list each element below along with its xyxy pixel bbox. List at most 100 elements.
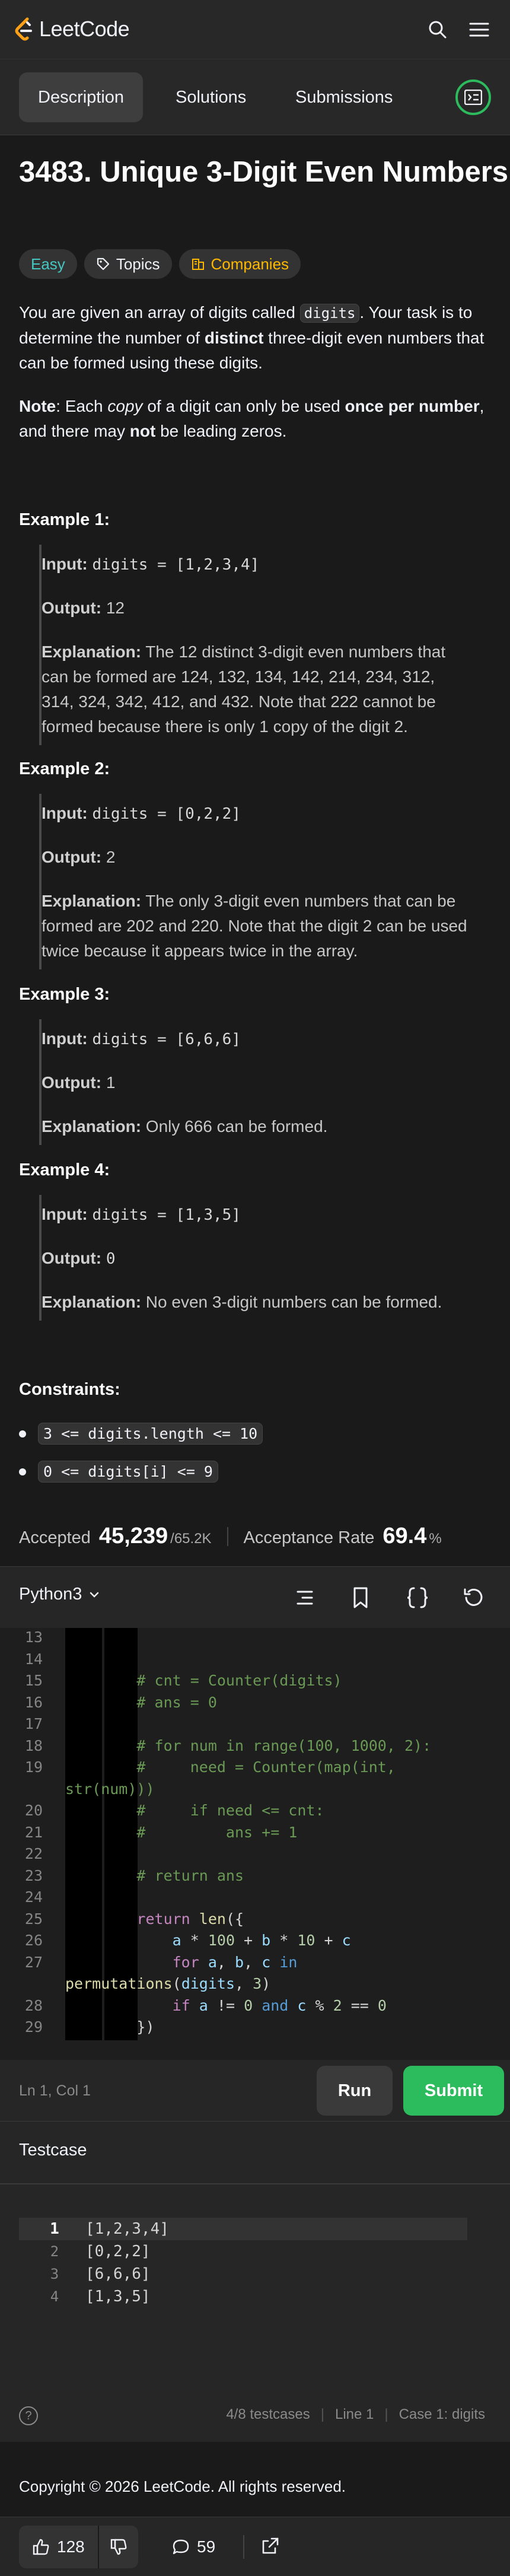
code-token: str(num))) [65,1780,155,1798]
comments-button[interactable]: 59 [172,2526,215,2568]
problem-title[interactable]: 3483. Unique 3-Digit Even Numbers [19,155,508,189]
code-line: 26 a * 100 + b * 10 + c [0,1931,510,1950]
code-token: + [235,1932,262,1949]
testcase-row[interactable]: 2 [0,2,2] [19,2240,467,2263]
topics-tag[interactable]: Topics [84,249,172,279]
run-button[interactable]: Run [317,2066,393,2116]
code-line: permutations(digits, 3) [0,1974,510,1993]
format-button[interactable] [292,1585,318,1611]
panel-toggle-button[interactable] [455,79,491,115]
acceptance-rate-unit: % [429,1531,442,1547]
example-1-explanation: Explanation: The 12 distinct 3-digit eve… [42,640,480,739]
code-token: % [306,1996,333,2014]
reset-button[interactable] [460,1585,486,1611]
code-token: and [262,1996,289,2014]
testcase-value: [1,3,5] [85,2288,151,2305]
code-text: if a != 0 and c % 2 == 0 [65,1996,387,2015]
leetcode-logo[interactable]: LeetCode [13,15,130,43]
code-token: c [262,1953,271,1971]
separator: | [320,2406,324,2422]
accepted-label: Accepted [19,1528,91,1547]
bookmark-button[interactable] [348,1585,374,1611]
code-token: , [235,1975,253,1992]
line-number: 29 [24,2018,43,2036]
language-select[interactable]: Python3 [19,1585,101,1604]
code-line: 23 # return ans [0,1866,510,1885]
example-1-input: Input: digits = [1,2,3,4] [42,552,480,577]
accepted-total: /65.2K [170,1531,212,1547]
tab-submissions[interactable]: Submissions [276,72,412,122]
search-button[interactable] [426,18,450,42]
note-bold: not [129,422,156,440]
share-button[interactable] [259,2534,282,2558]
code-token: len [199,1910,226,1928]
statement-text: You are given an array of digits called [19,303,300,322]
likes-count: 128 [57,2537,85,2556]
companies-tag[interactable]: Companies [179,249,301,279]
menu-button[interactable] [467,18,491,42]
code-token: # for num in range(100, 1000, 2): [136,1737,432,1754]
code-text: for a, b, c in [65,1953,298,1972]
divider [243,2535,244,2559]
code-braces-button[interactable] [404,1585,431,1611]
code-editor[interactable]: 13 14 15 # cnt = Counter(digits) 16 # ans =… [0,1628,510,2060]
chevron-down-icon [90,1592,99,1598]
code-text: # ans += 1 [65,1823,297,1842]
testcase-case: Case 1: digits [399,2406,485,2422]
code-line: 25 return len({ [0,1910,510,1929]
testcase-row[interactable]: 3 [6,6,6] [19,2263,467,2285]
downvote-button[interactable] [99,2526,138,2568]
upvote-button[interactable]: 128 [19,2526,99,2568]
acceptance-rate-label: Acceptance Rate [243,1528,375,1547]
help-icon[interactable]: ? [19,2406,38,2425]
input-value: digits = [1,3,5] [92,1206,241,1224]
line-number: 15 [24,1672,43,1689]
line-number: 16 [24,1693,43,1711]
line-number: 23 [24,1866,43,1884]
code-token: # if need <= cnt: [136,1802,324,1819]
code-token: return [136,1910,190,1928]
example-2-output: Output: 2 [42,845,480,870]
code-line: 28 if a != 0 and c % 2 == 0 [0,1996,510,2015]
testcase-status: 4/8 testcases | Line 1 | Case 1: digits [226,2406,485,2423]
example-3-title: Example 3: [19,985,110,1004]
testcase-row[interactable]: 1 [1,2,3,4] [19,2218,467,2240]
line-number: 13 [24,1629,43,1646]
note-text: : Each [56,397,108,415]
testcase-title[interactable]: Testcase [19,2141,87,2160]
input-label: Input: [42,1029,88,1048]
tab-solutions[interactable]: Solutions [157,72,265,122]
output-label: Output: [42,1073,102,1092]
copyright-text: Copyright © 2026 LeetCode. All rights re… [19,2478,346,2495]
code-text: a * 100 + b * 10 + c [65,1931,351,1950]
note-italic: copy [107,397,143,415]
code-token: a [172,1932,181,1949]
line-number: 22 [24,1845,43,1862]
accepted-value: 45,239 [98,1524,168,1548]
testcase-row[interactable]: 4 [1,3,5] [19,2285,467,2308]
submit-button[interactable]: Submit [403,2066,504,2116]
input-value: digits = [0,2,2] [92,805,241,823]
code-token: # cnt = Counter(digits) [136,1672,342,1689]
code-token: ) [262,1975,271,1992]
code-token: permutations [65,1975,173,1992]
search-icon [429,21,447,39]
code-line: 17 [0,1715,510,1734]
explanation-label: Explanation: [42,643,142,661]
comments-count: 59 [197,2537,216,2556]
input-label: Input: [42,555,88,573]
code-token: # need = Counter(map(int, [136,1758,396,1776]
comment-bubble-icon [173,2539,189,2555]
tab-description[interactable]: Description [19,72,144,122]
explanation-line: formed are 202 and 220. Note that the di… [42,917,467,935]
thumbs-up-icon [33,2539,49,2555]
input-value: digits = [6,6,6] [92,1031,241,1048]
companies-label: Companies [211,255,289,273]
leetcode-logo-icon [15,17,32,41]
note-text: of a digit can only be used [142,397,345,415]
acceptance-stats: Accepted 45,239 /65.2K Acceptance Rate 6… [19,1524,442,1549]
